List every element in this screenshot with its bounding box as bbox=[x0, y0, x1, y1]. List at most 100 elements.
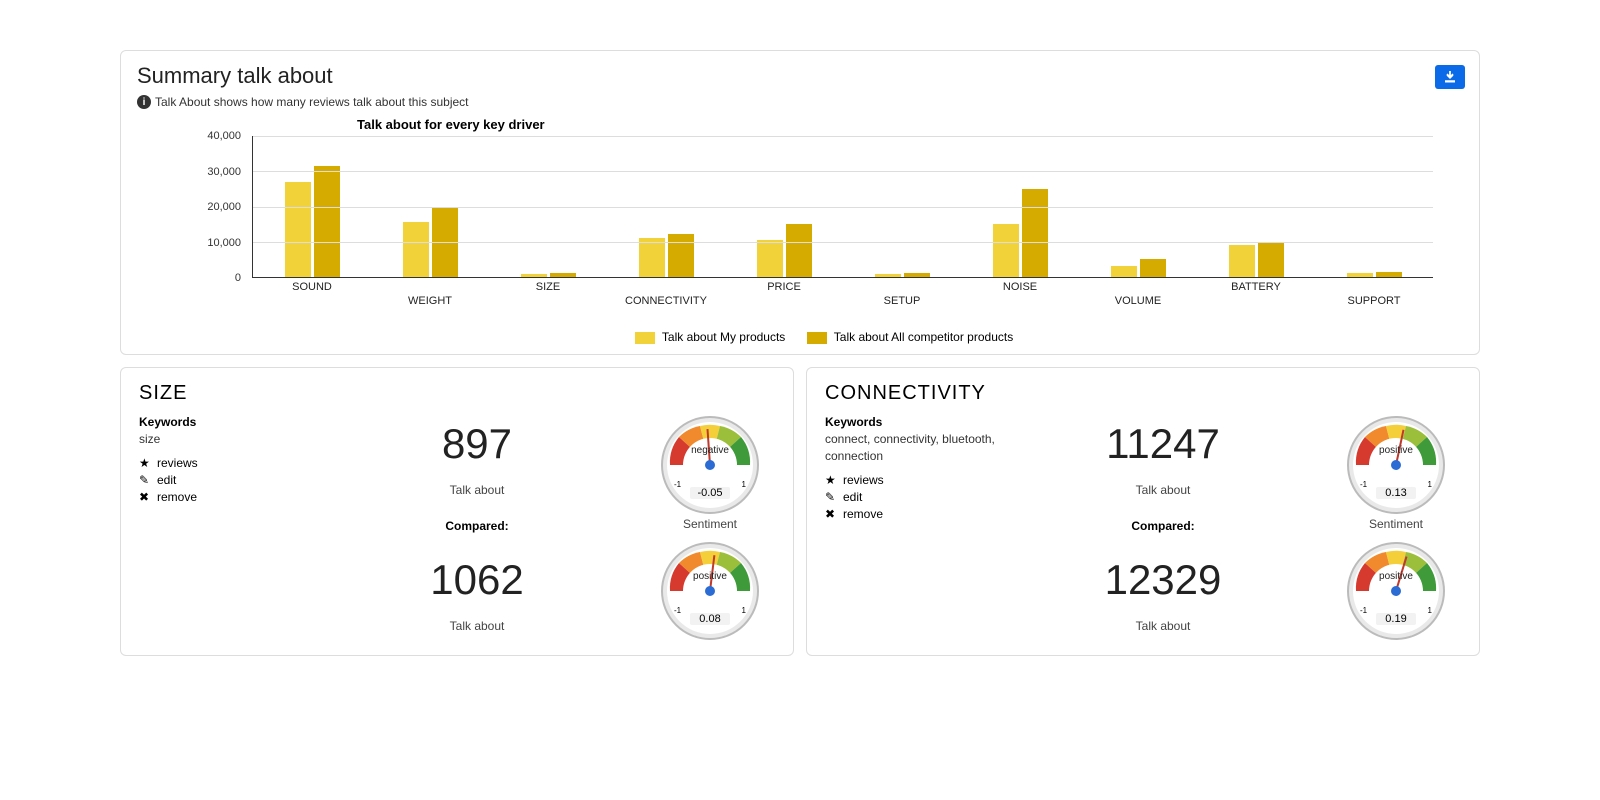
compared-sentiment-gauge: positive -1 1 0.08 bbox=[660, 541, 760, 641]
gauge-value: 0.19 bbox=[1376, 613, 1416, 625]
legend-label-a: Talk about My products bbox=[662, 330, 785, 344]
compared-heading: Compared: bbox=[319, 519, 635, 533]
gauge-max: 1 bbox=[742, 480, 746, 489]
pencil-icon: ✎ bbox=[139, 473, 151, 487]
card-title: SIZE bbox=[139, 382, 775, 405]
star-icon: ★ bbox=[139, 456, 151, 470]
sentiment-gauge: positive -1 1 0.13 bbox=[1346, 415, 1446, 515]
close-icon: ✖ bbox=[139, 490, 151, 504]
compared-label: Talk about bbox=[319, 619, 635, 633]
gauge-value: -0.05 bbox=[690, 487, 730, 499]
card-title: CONNECTIVITY bbox=[825, 382, 1461, 405]
talk-about-value: 11247 bbox=[1005, 423, 1321, 465]
bar-my-products bbox=[639, 238, 665, 277]
gauge-word: negative bbox=[660, 445, 760, 456]
reviews-link[interactable]: ★reviews bbox=[825, 473, 995, 487]
gauge-col: negative -1 1 -0.05 Sentiment positive -… bbox=[645, 415, 775, 641]
xlabel: SETUP bbox=[884, 277, 921, 307]
summary-panel: Summary talk about i Talk About shows ho… bbox=[120, 50, 1480, 355]
gauge-max: 1 bbox=[1428, 606, 1432, 615]
gauge-word: positive bbox=[1346, 445, 1446, 456]
gauge-min: -1 bbox=[674, 480, 681, 489]
metric-col: 897 Talk about Compared: 1062 Talk about bbox=[319, 415, 635, 641]
gauge-value: 0.08 bbox=[690, 613, 730, 625]
chart-bars: SOUNDWEIGHTSIZECONNECTIVITYPRICESETUPNOI… bbox=[252, 136, 1433, 278]
remove-link[interactable]: ✖remove bbox=[825, 507, 995, 521]
legend-swatch-a bbox=[635, 332, 655, 344]
card-size: SIZE Keywords size ★reviews ✎edit ✖remov… bbox=[120, 367, 794, 656]
gauge-word: positive bbox=[1346, 571, 1446, 582]
reviews-link[interactable]: ★reviews bbox=[139, 456, 309, 470]
bar-my-products bbox=[993, 224, 1019, 277]
gauge-min: -1 bbox=[674, 606, 681, 615]
metric-col: 11247 Talk about Compared: 12329 Talk ab… bbox=[1005, 415, 1321, 641]
xlabel: WEIGHT bbox=[408, 277, 452, 307]
keywords-heading: Keywords bbox=[825, 415, 995, 429]
cards-row: SIZE Keywords size ★reviews ✎edit ✖remov… bbox=[120, 367, 1480, 656]
ytick: 40,000 bbox=[207, 130, 241, 142]
legend-label-b: Talk about All competitor products bbox=[834, 330, 1013, 344]
gauge-min: -1 bbox=[1360, 606, 1367, 615]
panel-subtitle-text: Talk About shows how many reviews talk a… bbox=[155, 95, 469, 109]
chart-plot: 010,00020,00030,00040,000 SOUNDWEIGHTSIZ… bbox=[197, 136, 1433, 296]
chart-title: Talk about for every key driver bbox=[197, 117, 1433, 132]
compared-value: 1062 bbox=[319, 559, 635, 601]
talk-about-label: Talk about bbox=[319, 483, 635, 497]
chart-legend: Talk about My products Talk about All co… bbox=[197, 330, 1433, 344]
download-button[interactable] bbox=[1435, 65, 1465, 89]
compared-value: 12329 bbox=[1005, 559, 1321, 601]
gauge-min: -1 bbox=[1360, 480, 1367, 489]
keywords-list: size bbox=[139, 431, 309, 448]
keywords-col: Keywords connect, connectivity, bluetoot… bbox=[825, 415, 995, 641]
compared-heading: Compared: bbox=[1005, 519, 1321, 533]
talk-about-label: Talk about bbox=[1005, 483, 1321, 497]
talk-about-value: 897 bbox=[319, 423, 635, 465]
compared-sentiment-gauge: positive -1 1 0.19 bbox=[1346, 541, 1446, 641]
xlabel: NOISE bbox=[1003, 277, 1037, 293]
gauge-label: Sentiment bbox=[660, 517, 760, 531]
xlabel: SIZE bbox=[536, 277, 560, 293]
bar-my-products bbox=[285, 182, 311, 277]
gauge-label: Sentiment bbox=[1346, 517, 1446, 531]
xlabel: PRICE bbox=[767, 277, 801, 293]
bar-competitors bbox=[1140, 259, 1166, 277]
bar-competitors bbox=[786, 224, 812, 277]
ytick: 0 bbox=[235, 272, 241, 284]
close-icon: ✖ bbox=[825, 507, 837, 521]
gauge-col: positive -1 1 0.13 Sentiment positive -1 bbox=[1331, 415, 1461, 641]
gauge-value: 0.13 bbox=[1376, 487, 1416, 499]
bar-my-products bbox=[403, 222, 429, 277]
chart-container: Talk about for every key driver 0 10,000 2… bbox=[137, 109, 1463, 344]
panel-subtitle: i Talk About shows how many reviews talk… bbox=[137, 95, 1463, 109]
bar-my-products bbox=[1229, 245, 1255, 277]
xlabel: SOUND bbox=[292, 277, 332, 293]
edit-link[interactable]: ✎edit bbox=[139, 473, 309, 487]
xlabel: SUPPORT bbox=[1348, 277, 1401, 307]
bar-my-products bbox=[1111, 266, 1137, 277]
keywords-col: Keywords size ★reviews ✎edit ✖remove bbox=[139, 415, 309, 641]
compared-label: Talk about bbox=[1005, 619, 1321, 633]
panel-title: Summary talk about bbox=[137, 63, 1463, 89]
card-connectivity: CONNECTIVITY Keywords connect, connectiv… bbox=[806, 367, 1480, 656]
xlabel: CONNECTIVITY bbox=[625, 277, 707, 307]
xlabel: VOLUME bbox=[1115, 277, 1161, 307]
sentiment-gauge: negative -1 1 -0.05 bbox=[660, 415, 760, 515]
gauge-max: 1 bbox=[1428, 480, 1432, 489]
remove-link[interactable]: ✖remove bbox=[139, 490, 309, 504]
gauge-word: positive bbox=[660, 571, 760, 582]
ytick: 20,000 bbox=[207, 201, 241, 213]
bar-competitors bbox=[1022, 189, 1048, 277]
gauge-max: 1 bbox=[742, 606, 746, 615]
bar-my-products bbox=[757, 240, 783, 277]
xlabel: BATTERY bbox=[1231, 277, 1281, 293]
legend-swatch-b bbox=[807, 332, 827, 344]
pencil-icon: ✎ bbox=[825, 490, 837, 504]
ytick: 10,000 bbox=[207, 237, 241, 249]
ytick: 30,000 bbox=[207, 166, 241, 178]
chart-yaxis: 010,00020,00030,00040,000 bbox=[197, 136, 247, 278]
edit-link[interactable]: ✎edit bbox=[825, 490, 995, 504]
bar-competitors bbox=[314, 166, 340, 277]
keywords-heading: Keywords bbox=[139, 415, 309, 429]
bar-competitors bbox=[1258, 242, 1284, 277]
download-icon bbox=[1444, 71, 1456, 83]
